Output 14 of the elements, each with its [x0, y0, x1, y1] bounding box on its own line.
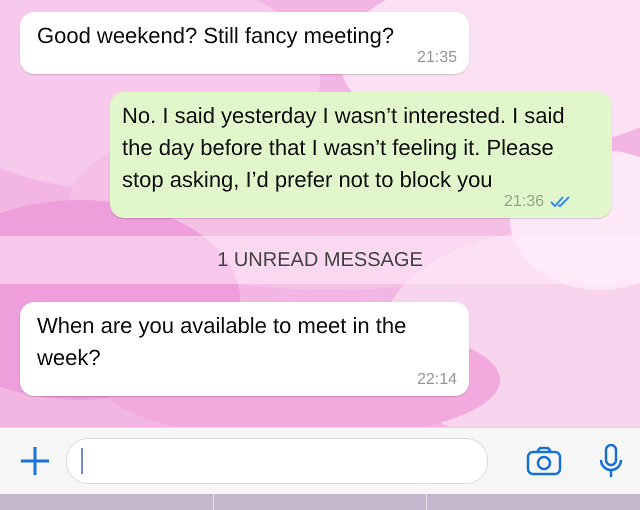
message-text: No. I said yesterday I wasn’t interested. I said the day before that I wasn’t feeling it. Please stop asking, I’d prefer not to block you — [122, 102, 566, 194]
message-text: When are you available to meet in the week? — [37, 312, 408, 372]
message-text: Good weekend? Still fancy meeting? — [37, 22, 396, 50]
keyboard-key[interactable] — [214, 494, 426, 510]
camera-icon[interactable] — [526, 446, 562, 476]
message-time: 22:14 — [416, 370, 457, 390]
message-time: 21:35 — [416, 48, 457, 68]
message-input-field[interactable] — [66, 438, 488, 484]
microphone-icon[interactable] — [598, 444, 624, 478]
add-icon[interactable] — [18, 444, 52, 478]
keyboard-key[interactable] — [0, 494, 213, 510]
keyboard-key[interactable] — [427, 494, 640, 510]
message-time: 21:36 — [504, 192, 544, 212]
unread-label: 1 UNREAD MESSAGE — [217, 248, 423, 272]
